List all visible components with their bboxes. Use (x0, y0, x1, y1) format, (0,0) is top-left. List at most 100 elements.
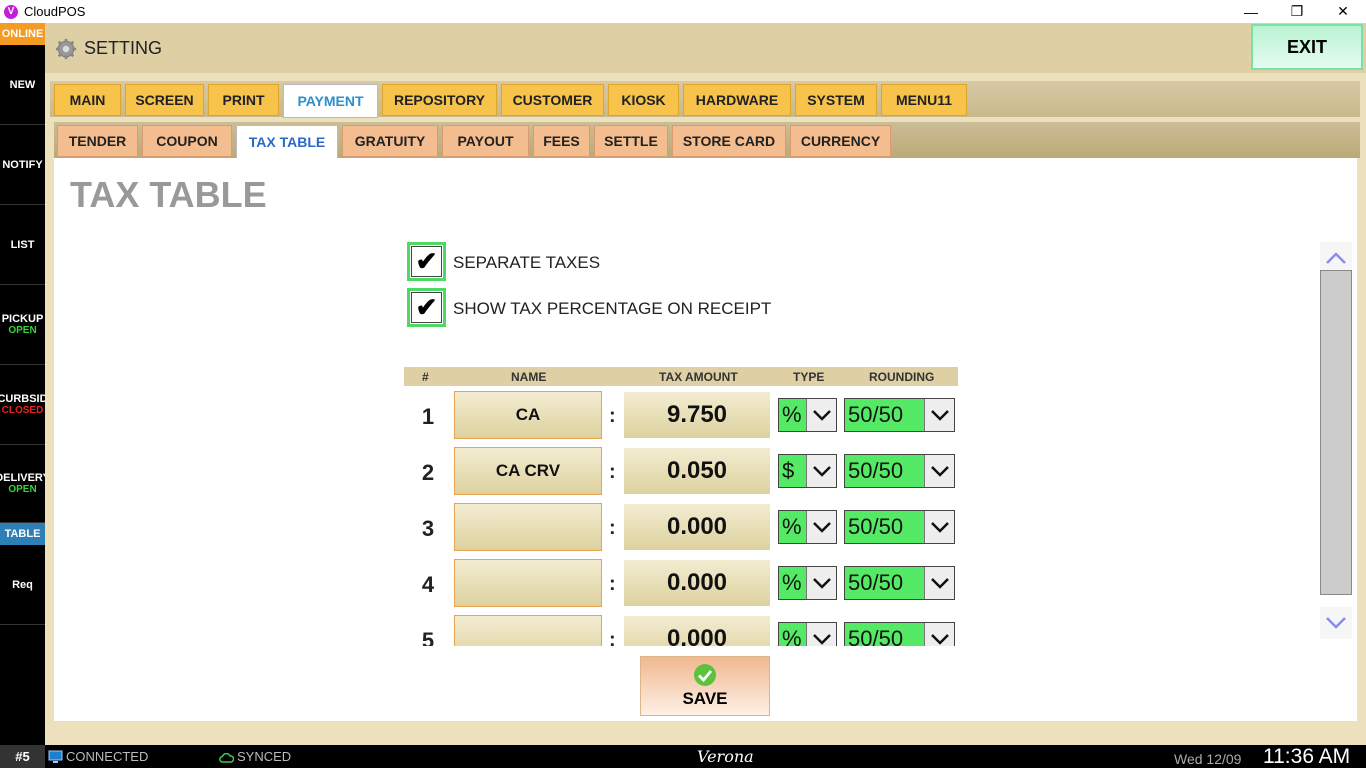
sync-label: SYNCED (237, 749, 292, 764)
rounding-value: 50/50 (848, 626, 904, 646)
tab-kiosk[interactable]: KIOSK (608, 84, 679, 116)
close-button[interactable]: ✕ (1320, 0, 1366, 23)
window-title: CloudPOS (24, 4, 86, 19)
tax-type-select[interactable]: % (778, 566, 837, 600)
page-title: TAX TABLE (70, 174, 267, 215)
tax-type-select[interactable]: $ (778, 454, 837, 488)
check-circle-icon (694, 664, 716, 686)
save-button[interactable]: SAVE (640, 656, 770, 716)
scrollbar-thumb[interactable] (1320, 270, 1352, 595)
tax-name-button[interactable] (454, 559, 602, 607)
sidebar-item-delivery[interactable]: DELIVERY OPEN (0, 445, 45, 523)
tab-gratuity[interactable]: GRATUITY (342, 125, 438, 157)
row-number: 4 (421, 572, 435, 597)
tab-coupon[interactable]: COUPON (142, 125, 232, 157)
tab-print[interactable]: PRINT (208, 84, 279, 116)
tab-store-card[interactable]: STORE CARD (672, 125, 786, 157)
tax-amount-button[interactable]: 9.750 (623, 391, 771, 439)
status-date: Wed 12/09 (1174, 751, 1242, 767)
tax-amount-button[interactable]: 0.000 (623, 503, 771, 551)
tax-amount-button[interactable]: 0.000 (623, 615, 771, 646)
tax-type-value: $ (782, 458, 795, 483)
save-label: SAVE (682, 689, 728, 708)
status-bar: #5 CONNECTED SYNCED Verona Wed 12/09 11:… (0, 745, 1366, 768)
check-icon: ✔ (411, 246, 442, 277)
rounding-select[interactable]: 50/50 (844, 398, 955, 432)
tax-name-button[interactable] (454, 615, 602, 646)
check-icon: ✔ (411, 292, 442, 323)
tab-main[interactable]: MAIN (54, 84, 121, 116)
sidebar-item-label: DELIVERY (0, 472, 45, 484)
tab-payout[interactable]: PAYOUT (442, 125, 529, 157)
chevron-down-icon (924, 623, 954, 646)
tab-customer[interactable]: CUSTOMER (501, 84, 604, 116)
rounding-select[interactable]: 50/50 (844, 622, 955, 646)
tax-name-button[interactable]: CA CRV (454, 447, 602, 495)
station-number: #5 (0, 745, 45, 768)
sidebar-item-pickup[interactable]: PICKUP OPEN (0, 285, 45, 365)
col-header-name: NAME (511, 370, 547, 384)
show-tax-percentage-label: SHOW TAX PERCENTAGE ON RECEIPT (453, 299, 772, 318)
window-controls: — ❐ ✕ (1228, 0, 1366, 23)
col-header-type: TYPE (793, 370, 825, 384)
sidebar-item-new[interactable]: NEW (0, 45, 45, 125)
col-header-rounding: ROUNDING (869, 370, 935, 384)
separate-taxes-checkbox[interactable]: ✔ (407, 242, 446, 281)
separator: : (609, 573, 616, 595)
separator: : (609, 517, 616, 539)
tab-screen[interactable]: SCREEN (125, 84, 204, 116)
chevron-down-icon (924, 567, 954, 599)
restore-button[interactable]: ❐ (1274, 0, 1320, 23)
tab-tax-table[interactable]: TAX TABLE (236, 125, 338, 159)
tab-hardware[interactable]: HARDWARE (683, 84, 791, 116)
left-sidebar: ONLINE NEW NOTIFY LIST PICKUP OPEN CURBS… (0, 23, 45, 745)
sidebar-item-notify[interactable]: NOTIFY (0, 125, 45, 205)
tax-amount-button[interactable]: 0.000 (623, 559, 771, 607)
chevron-up-icon (1326, 252, 1346, 264)
minimize-button[interactable]: — (1228, 0, 1274, 23)
tax-type-select[interactable]: % (778, 398, 837, 432)
exit-button[interactable]: EXIT (1251, 24, 1363, 70)
sidebar-item-table[interactable]: TABLE (0, 523, 45, 545)
rounding-value: 50/50 (848, 458, 904, 483)
row-number: 3 (421, 516, 435, 541)
show-tax-percentage-checkbox[interactable]: ✔ (407, 288, 446, 327)
chevron-down-icon (806, 399, 836, 431)
store-name: Verona (697, 747, 754, 766)
chevron-down-icon (924, 399, 954, 431)
rounding-select[interactable]: 50/50 (844, 566, 955, 600)
sidebar-item-label: NEW (9, 78, 36, 91)
tax-name-button[interactable]: CA (454, 391, 602, 439)
separator: : (609, 629, 616, 646)
sidebar-item-req[interactable]: Req (0, 545, 45, 625)
sidebar-item-curbside[interactable]: CURBSID CLOSED (0, 365, 45, 445)
tax-amount-button[interactable]: 0.050 (623, 447, 771, 495)
tab-tender[interactable]: TENDER (57, 125, 138, 157)
rounding-value: 50/50 (848, 402, 904, 427)
chevron-down-icon (924, 511, 954, 543)
sidebar-item-list[interactable]: LIST (0, 205, 45, 285)
chevron-down-icon (806, 623, 836, 646)
tab-system[interactable]: SYSTEM (795, 84, 877, 116)
tax-name-button[interactable] (454, 503, 602, 551)
tax-type-select[interactable]: % (778, 510, 837, 544)
chevron-down-icon (924, 455, 954, 487)
curbside-status: CLOSED (1, 405, 44, 416)
tab-currency[interactable]: CURRENCY (790, 125, 891, 157)
tab-settle[interactable]: SETTLE (594, 125, 668, 157)
sidebar-item-label: PICKUP (1, 313, 44, 325)
chevron-down-icon (806, 511, 836, 543)
row-number: 5 (421, 628, 435, 646)
sidebar-item-label: CURBSID (0, 393, 45, 405)
tab-fees[interactable]: FEES (533, 125, 590, 157)
scroll-down-button[interactable] (1320, 607, 1352, 639)
chevron-down-icon (806, 567, 836, 599)
tax-type-select[interactable]: % (778, 622, 837, 646)
rounding-select[interactable]: 50/50 (844, 510, 955, 544)
tax-type-value: % (782, 570, 802, 595)
rounding-select[interactable]: 50/50 (844, 454, 955, 488)
separator: : (609, 461, 616, 483)
tab-repository[interactable]: REPOSITORY (382, 84, 497, 116)
tab-menu11[interactable]: MENU11 (881, 84, 967, 116)
tab-payment[interactable]: PAYMENT (283, 84, 378, 118)
